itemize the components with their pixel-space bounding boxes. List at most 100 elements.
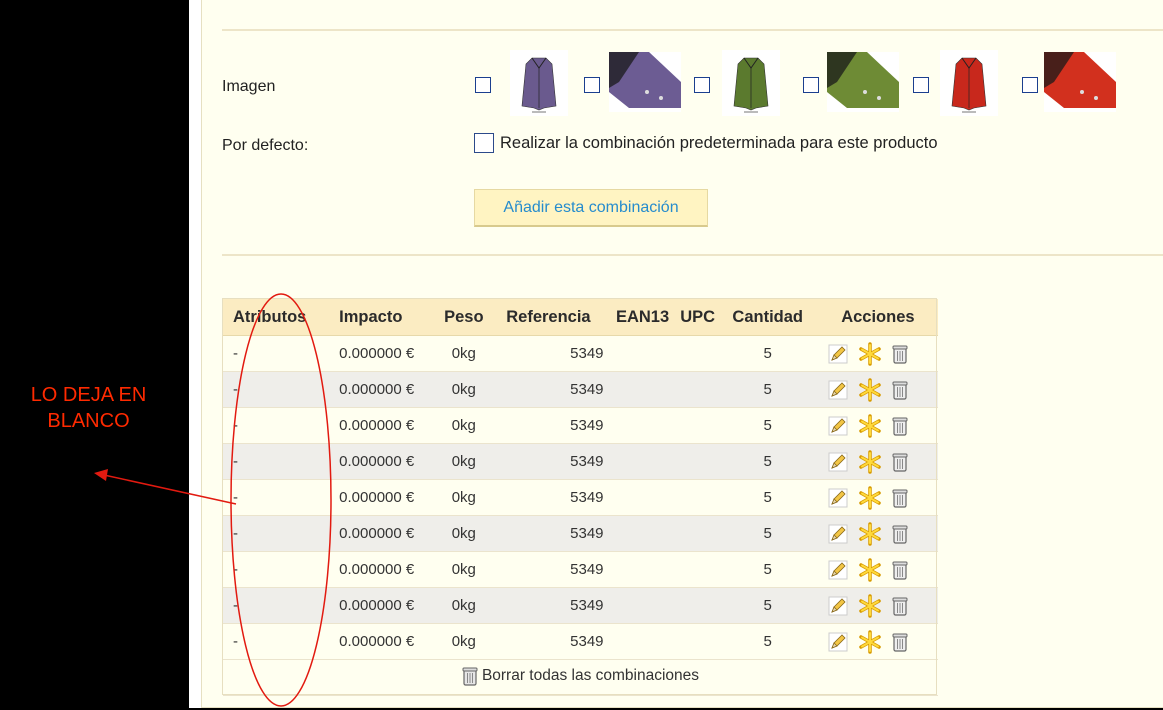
default-star-icon[interactable]: [858, 485, 882, 510]
edit-pencil-icon[interactable]: [828, 488, 848, 508]
cell-peso: 0kg: [434, 407, 494, 444]
edit-pencil-icon[interactable]: [828, 524, 848, 544]
image-checkbox-4[interactable]: [803, 77, 819, 93]
cell-impacto: 0.000000 €: [339, 587, 435, 624]
cell-cantidad: 5: [717, 443, 818, 480]
cell-upc: [677, 407, 718, 444]
row-actions: [818, 449, 938, 474]
cell-cantidad: 5: [717, 479, 818, 516]
delete-trash-icon[interactable]: [892, 452, 908, 472]
default-star-icon[interactable]: [858, 593, 882, 618]
delete-trash-icon[interactable]: [892, 380, 908, 400]
delete-trash-icon[interactable]: [892, 596, 908, 616]
cell-acciones: [817, 479, 938, 516]
default-checkbox-text: Realizar la combinación predeterminada p…: [500, 133, 938, 152]
cell-atributos: -: [223, 515, 340, 552]
cell-upc: [677, 371, 718, 408]
image-thumb-purple-jacket-detail: [609, 52, 681, 118]
default-star-icon[interactable]: [858, 557, 882, 582]
cell-upc: [677, 551, 718, 588]
cell-acciones: [817, 335, 938, 372]
image-checkbox-6[interactable]: [1022, 77, 1038, 93]
edit-pencil-icon[interactable]: [828, 344, 848, 364]
cell-acciones: [817, 371, 938, 408]
table-row: -0.000000 €0kg 5349 5: [223, 407, 938, 444]
edit-pencil-icon[interactable]: [828, 632, 848, 652]
cell-impacto: 0.000000 €: [339, 443, 435, 480]
cell-ean13: [607, 623, 678, 660]
cell-referencia: 5349: [493, 335, 608, 372]
edit-pencil-icon[interactable]: [828, 416, 848, 436]
delete-trash-icon[interactable]: [892, 632, 908, 652]
default-star-icon[interactable]: [858, 521, 882, 546]
table-row: -0.000000 €0kg 5349 5: [223, 623, 938, 660]
delete-trash-icon[interactable]: [892, 488, 908, 508]
default-combination-option[interactable]: Realizar la combinación predeterminada p…: [474, 133, 938, 153]
cell-impacto: 0.000000 €: [339, 623, 435, 660]
add-combination-button[interactable]: Añadir esta combinación: [474, 189, 708, 227]
annotation-line-1: LO DEJA EN: [30, 384, 147, 406]
edit-pencil-icon[interactable]: [828, 596, 848, 616]
cell-peso: 0kg: [434, 551, 494, 588]
cell-acciones: [817, 587, 938, 624]
cell-acciones: [817, 515, 938, 552]
cell-peso: 0kg: [434, 623, 494, 660]
image-thumb-red-jacket-detail: [1044, 52, 1116, 118]
image-checkbox-1[interactable]: [475, 77, 491, 93]
cell-impacto: 0.000000 €: [339, 335, 435, 372]
delete-all-combinations[interactable]: Borrar todas las combinaciones: [462, 666, 699, 686]
delete-trash-icon[interactable]: [892, 416, 908, 436]
image-label: Imagen: [222, 78, 276, 95]
cell-atributos: -: [223, 371, 340, 408]
table-row: -0.000000 €0kg 5349 5: [223, 443, 938, 480]
image-checkbox-2[interactable]: [584, 77, 600, 93]
cell-peso: 0kg: [434, 335, 494, 372]
cell-cantidad: 5: [717, 335, 818, 372]
cell-atributos: -: [223, 443, 340, 480]
edit-pencil-icon[interactable]: [828, 452, 848, 472]
cell-atributos: -: [223, 587, 340, 624]
default-star-icon[interactable]: [858, 341, 882, 366]
default-star-icon[interactable]: [858, 377, 882, 402]
delete-trash-icon[interactable]: [892, 560, 908, 580]
header-cantidad: Cantidad: [717, 299, 818, 336]
cell-peso: 0kg: [434, 515, 494, 552]
edit-pencil-icon[interactable]: [828, 560, 848, 580]
default-star-icon[interactable]: [858, 413, 882, 438]
cell-ean13: [607, 371, 678, 408]
cell-referencia: 5349: [493, 587, 608, 624]
default-star-icon[interactable]: [858, 629, 882, 654]
table-footer-cell: Borrar todas las combinaciones: [223, 659, 938, 696]
delete-trash-icon[interactable]: [892, 524, 908, 544]
edit-pencil-icon[interactable]: [828, 380, 848, 400]
delete-trash-icon[interactable]: [892, 344, 908, 364]
cell-impacto: 0.000000 €: [339, 479, 435, 516]
image-thumb-green-jacket-front: [722, 50, 780, 116]
table-row: -0.000000 €0kg 5349 5: [223, 551, 938, 588]
cell-impacto: 0.000000 €: [339, 551, 435, 588]
table-row: -0.000000 €0kg 5349 5: [223, 479, 938, 516]
image-checkbox-5[interactable]: [913, 77, 929, 93]
cell-cantidad: 5: [717, 551, 818, 588]
cell-referencia: 5349: [493, 443, 608, 480]
image-checkbox-3[interactable]: [694, 77, 710, 93]
default-label: Por defecto:: [222, 137, 309, 154]
cell-peso: 0kg: [434, 479, 494, 516]
default-star-icon[interactable]: [858, 449, 882, 474]
cell-ean13: [607, 479, 678, 516]
cell-ean13: [607, 443, 678, 480]
header-ean13: EAN13: [607, 299, 678, 336]
cell-cantidad: 5: [717, 587, 818, 624]
cell-cantidad: 5: [717, 371, 818, 408]
header-impacto: Impacto: [339, 299, 435, 336]
cell-atributos: -: [223, 335, 340, 372]
table-row: -0.000000 €0kg 5349 5: [223, 587, 938, 624]
cell-peso: 0kg: [434, 443, 494, 480]
cell-cantidad: 5: [717, 407, 818, 444]
row-actions: [818, 557, 938, 582]
cell-atributos: -: [223, 551, 340, 588]
default-checkbox[interactable]: [474, 133, 494, 153]
annotation-note: LO DEJA EN BLANCO: [6, 382, 171, 434]
cell-ean13: [607, 587, 678, 624]
cell-cantidad: 5: [717, 515, 818, 552]
